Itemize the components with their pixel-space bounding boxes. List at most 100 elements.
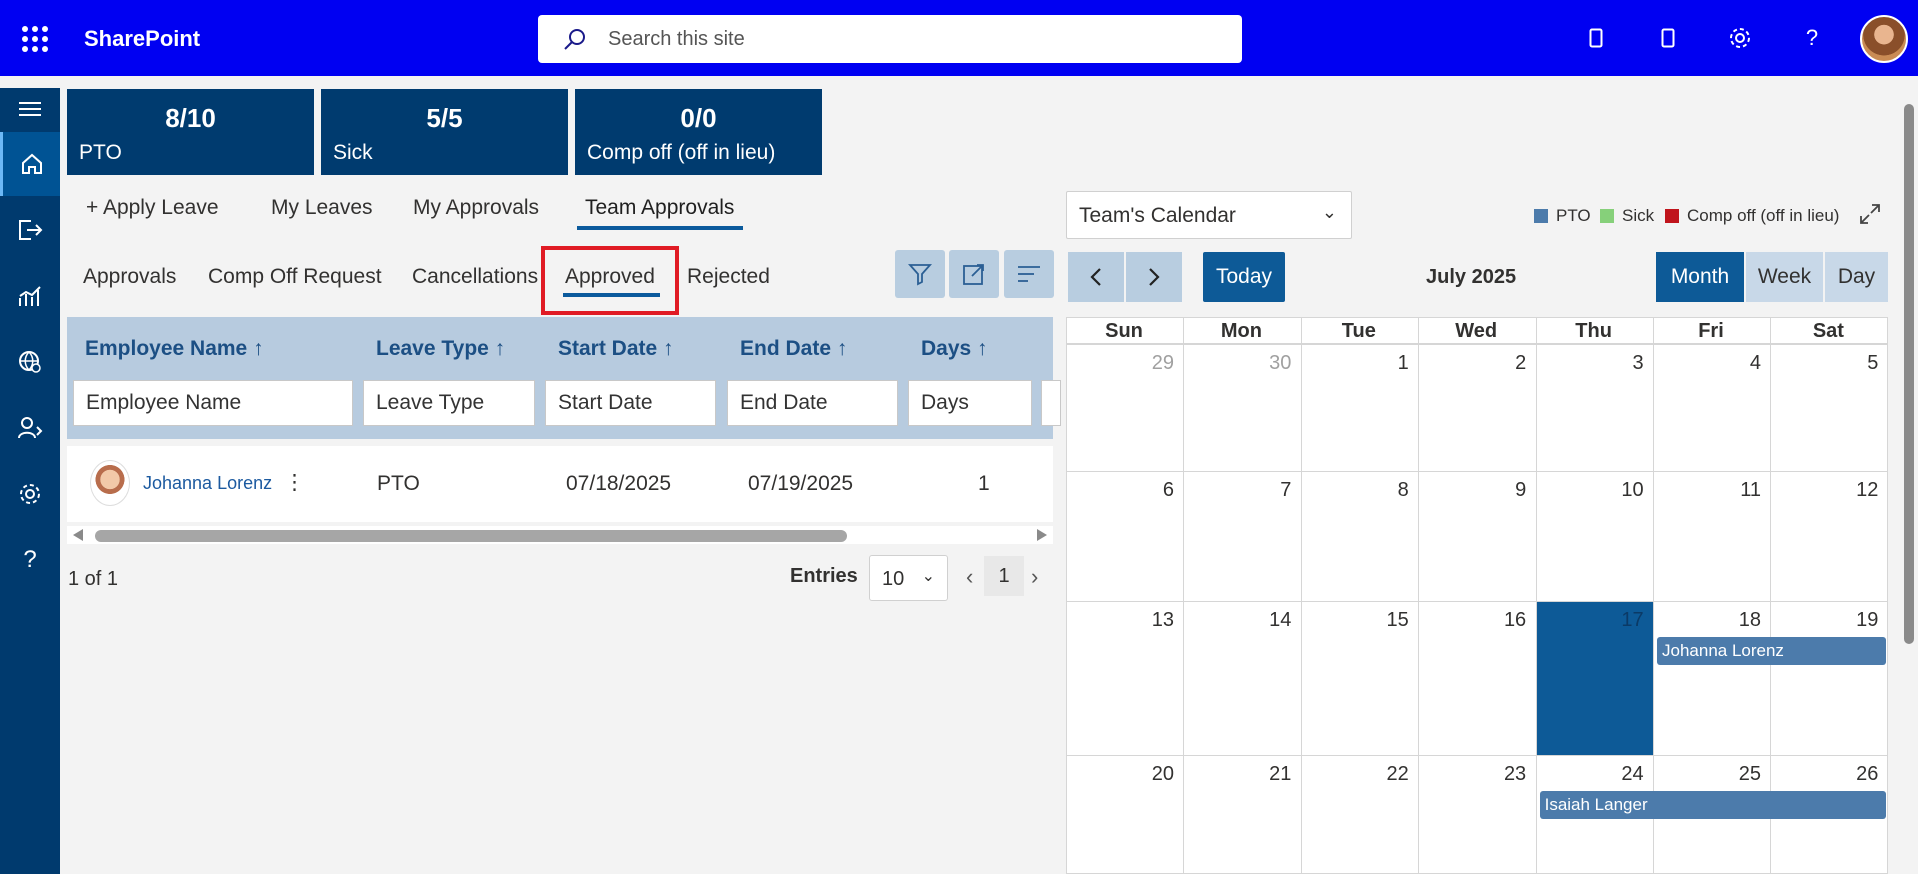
day-number[interactable]: 14: [1191, 609, 1291, 632]
stat-card-sick: 5/5 Sick: [321, 89, 568, 175]
day-number[interactable]: 29: [1074, 352, 1174, 375]
stat-label: Comp off (off in lieu): [587, 141, 776, 164]
day-number[interactable]: 7: [1191, 479, 1291, 502]
column-header-employee-name[interactable]: Employee Name ↑: [85, 337, 264, 361]
prev-page-icon[interactable]: ‹: [966, 564, 973, 590]
day-number[interactable]: 2: [1426, 352, 1526, 375]
day-number[interactable]: 12: [1778, 479, 1878, 502]
calendar-event[interactable]: Isaiah Langer: [1539, 791, 1886, 819]
day-number[interactable]: 21: [1191, 763, 1291, 786]
next-page-icon[interactable]: ›: [1031, 564, 1038, 590]
day-number[interactable]: 20: [1074, 763, 1174, 786]
stat-value: 0/0: [680, 103, 717, 133]
column-header-leave-type[interactable]: Leave Type ↑: [376, 337, 505, 361]
day-number[interactable]: 19: [1778, 609, 1878, 632]
filter-days[interactable]: [908, 380, 1032, 426]
filter-start-date[interactable]: [545, 380, 716, 426]
day-number[interactable]: 23: [1426, 763, 1526, 786]
calendar-next-button[interactable]: [1126, 252, 1182, 302]
subtab-cancellations[interactable]: Cancellations: [412, 265, 538, 289]
day-number[interactable]: 17: [1544, 609, 1643, 632]
subtab-approvals[interactable]: Approvals: [83, 265, 176, 289]
view-month-button[interactable]: Month: [1656, 252, 1744, 302]
calendar-event[interactable]: Johanna Lorenz: [1657, 637, 1886, 665]
tab-team-approvals[interactable]: Team Approvals: [585, 196, 734, 220]
scroll-right-arrow-icon[interactable]: [1037, 529, 1047, 541]
export-button[interactable]: [949, 250, 999, 298]
selection-highlight: [541, 246, 679, 315]
filter-button[interactable]: [895, 250, 945, 298]
filter-leave-type[interactable]: [363, 380, 535, 426]
day-number[interactable]: 4: [1661, 352, 1761, 375]
subtab-comp-off-request[interactable]: Comp Off Request: [208, 265, 382, 289]
day-number[interactable]: 26: [1778, 763, 1878, 786]
tab-apply-leave[interactable]: + Apply Leave: [86, 196, 219, 220]
sign-out-icon[interactable]: [0, 198, 60, 262]
stat-value: 5/5: [426, 103, 463, 133]
day-number[interactable]: 3: [1544, 352, 1643, 375]
page-scrollbar-thumb[interactable]: [1904, 104, 1914, 644]
view-week-button[interactable]: Week: [1746, 252, 1823, 302]
day-number[interactable]: 6: [1074, 479, 1174, 502]
day-number[interactable]: 30: [1191, 352, 1291, 375]
search-box[interactable]: [538, 15, 1242, 63]
today-button[interactable]: Today: [1203, 252, 1285, 302]
scroll-left-arrow-icon[interactable]: [73, 529, 83, 541]
chevron-right-icon: [1149, 268, 1160, 286]
sort-button[interactable]: [1004, 250, 1054, 298]
search-input[interactable]: [608, 25, 1208, 53]
tab-my-approvals[interactable]: My Approvals: [413, 196, 539, 220]
analytics-icon[interactable]: [0, 264, 60, 328]
filter-end-date[interactable]: [727, 380, 898, 426]
help-icon[interactable]: ?: [1798, 24, 1826, 52]
brand-title[interactable]: SharePoint: [84, 26, 200, 52]
day-number[interactable]: 16: [1426, 609, 1526, 632]
mobile-icon[interactable]: [1582, 24, 1610, 52]
horizontal-scrollbar[interactable]: [67, 526, 1053, 544]
user-manage-icon[interactable]: [0, 396, 60, 460]
day-number[interactable]: 22: [1309, 763, 1409, 786]
day-number[interactable]: 1: [1309, 352, 1409, 375]
globe-settings-icon[interactable]: [0, 330, 60, 394]
export-icon: [963, 264, 984, 285]
day-number[interactable]: 11: [1661, 479, 1761, 502]
day-number[interactable]: 25: [1661, 763, 1761, 786]
calendar-prev-button[interactable]: [1068, 252, 1124, 302]
app-launcher-icon[interactable]: [22, 26, 48, 52]
settings-icon[interactable]: [0, 462, 60, 526]
column-header-end-date[interactable]: End Date ↑: [740, 337, 847, 361]
filter-employee-name[interactable]: [73, 380, 353, 426]
legend-swatch: [1600, 209, 1614, 223]
day-number[interactable]: 15: [1309, 609, 1409, 632]
column-header-days[interactable]: Days ↑: [921, 337, 988, 361]
device-icon[interactable]: [1654, 24, 1682, 52]
day-number[interactable]: 9: [1426, 479, 1526, 502]
row-more-actions-icon[interactable]: ⋮: [284, 470, 305, 495]
day-number[interactable]: 10: [1544, 479, 1643, 502]
scrollbar-thumb[interactable]: [95, 530, 847, 542]
day-number[interactable]: 8: [1309, 479, 1409, 502]
employee-name-link[interactable]: Johanna Lorenz: [143, 473, 272, 494]
page-vertical-scrollbar[interactable]: [1900, 80, 1918, 874]
day-number[interactable]: 24: [1544, 763, 1643, 786]
tab-my-leaves[interactable]: My Leaves: [271, 196, 373, 220]
day-number[interactable]: 5: [1778, 352, 1878, 375]
entries-select[interactable]: 10 ⌄: [869, 555, 948, 601]
column-header-start-date[interactable]: Start Date ↑: [558, 337, 674, 361]
weekday-header: Sun: [1105, 320, 1143, 342]
search-icon: [562, 27, 588, 58]
page-number[interactable]: 1: [984, 556, 1024, 596]
calendar-selector[interactable]: Team's Calendar ⌄: [1066, 191, 1352, 239]
day-number[interactable]: 18: [1661, 609, 1761, 632]
expand-icon[interactable]: [1858, 202, 1882, 231]
hamburger-menu-icon[interactable]: [0, 88, 60, 130]
view-day-button[interactable]: Day: [1825, 252, 1888, 302]
user-avatar[interactable]: [1860, 15, 1908, 63]
home-icon[interactable]: [0, 132, 60, 196]
chevron-down-icon: ⌄: [1321, 202, 1337, 222]
help-question-icon[interactable]: ?: [0, 528, 60, 592]
filter-overflow[interactable]: [1041, 380, 1061, 426]
subtab-rejected[interactable]: Rejected: [687, 265, 770, 289]
settings-gear-icon[interactable]: [1726, 24, 1754, 52]
day-number[interactable]: 13: [1074, 609, 1174, 632]
